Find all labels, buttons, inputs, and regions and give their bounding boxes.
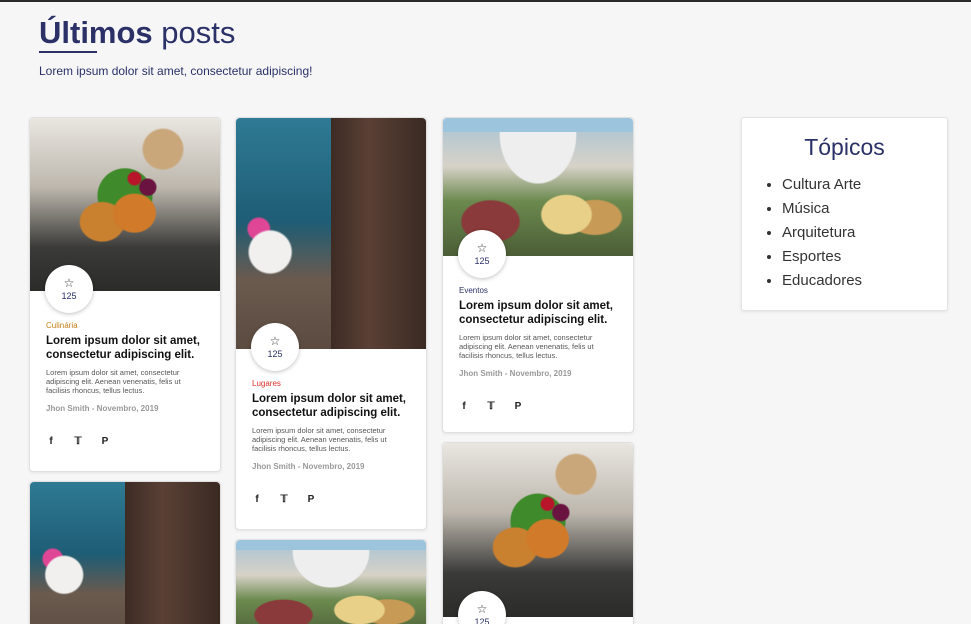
post-category[interactable]: Lugares: [252, 379, 410, 388]
post-card[interactable]: ☆ 125 Lugares Lorem ipsum dolor sit amet…: [235, 117, 427, 530]
like-count: 125: [61, 291, 77, 301]
post-image[interactable]: [30, 482, 220, 624]
topics-list: Cultura Arte Música Arquitetura Esportes…: [782, 173, 947, 293]
topic-item[interactable]: Educadores: [782, 269, 947, 293]
post-excerpt: Lorem ipsum dolor sit amet, consectetur …: [252, 426, 387, 453]
like-count: 125: [267, 349, 283, 359]
star-icon: ☆: [476, 602, 488, 616]
topic-item[interactable]: Cultura Arte: [782, 173, 947, 197]
like-count: 125: [474, 256, 490, 266]
pinterest-icon[interactable]: P: [100, 436, 110, 447]
star-icon: ☆: [63, 276, 75, 290]
post-card[interactable]: ☆ 125 Culinária Lorem ipsum dolor sit am…: [29, 117, 221, 472]
page-subtitle: Lorem ipsum dolor sit amet, consectetur …: [39, 64, 313, 78]
post-image[interactable]: [236, 118, 426, 349]
post-title[interactable]: Lorem ipsum dolor sit amet, consectetur …: [46, 334, 204, 362]
social-links: f 𝕋 P: [252, 494, 410, 505]
post-author: Jhon Smith - Novembro, 2019: [252, 462, 365, 471]
post-category[interactable]: Eventos: [459, 286, 617, 295]
pinterest-icon[interactable]: P: [513, 401, 523, 412]
post-card[interactable]: [235, 539, 427, 624]
social-links: f 𝕋 P: [459, 401, 617, 412]
post-author: Jhon Smith - Novembro, 2019: [459, 369, 572, 378]
post-image[interactable]: [443, 443, 633, 617]
post-excerpt: Lorem ipsum dolor sit amet, consectetur …: [46, 368, 181, 395]
header: Últimos posts Lorem ipsum dolor sit amet…: [39, 14, 312, 78]
facebook-icon[interactable]: f: [46, 436, 56, 447]
post-category[interactable]: Culinária: [46, 321, 204, 330]
facebook-icon[interactable]: f: [252, 494, 262, 505]
star-icon: ☆: [269, 334, 281, 348]
post-excerpt: Lorem ipsum dolor sit amet, consectetur …: [459, 333, 594, 360]
post-title[interactable]: Lorem ipsum dolor sit amet, consectetur …: [459, 299, 617, 327]
like-count: 125: [474, 617, 490, 624]
twitter-icon[interactable]: 𝕋: [486, 401, 496, 412]
topic-item[interactable]: Música: [782, 197, 947, 221]
like-badge[interactable]: ☆ 125: [251, 323, 299, 371]
post-card[interactable]: ☆ 125 Eventos Lorem ipsum dolor sit amet…: [442, 117, 634, 433]
twitter-icon[interactable]: 𝕋: [279, 494, 289, 505]
post-image[interactable]: [236, 540, 426, 624]
post-image[interactable]: [30, 118, 220, 291]
post-card[interactable]: ☆ 125: [442, 442, 634, 624]
star-icon: ☆: [476, 241, 488, 255]
topics-title: Tópicos: [804, 134, 885, 160]
twitter-icon[interactable]: 𝕋: [73, 436, 83, 447]
pinterest-icon[interactable]: P: [306, 494, 316, 505]
like-badge[interactable]: ☆ 125: [458, 230, 506, 278]
facebook-icon[interactable]: f: [459, 401, 469, 412]
post-card[interactable]: [29, 481, 221, 624]
page-title: Últimos posts: [39, 15, 236, 50]
like-badge[interactable]: ☆ 125: [45, 265, 93, 313]
topic-item[interactable]: Arquitetura: [782, 221, 947, 245]
topics-panel: Tópicos Cultura Arte Música Arquitetura …: [741, 117, 948, 311]
topic-item[interactable]: Esportes: [782, 245, 947, 269]
post-author: Jhon Smith - Novembro, 2019: [46, 404, 159, 413]
social-links: f 𝕋 P: [46, 436, 204, 447]
post-title[interactable]: Lorem ipsum dolor sit amet, consectetur …: [252, 392, 410, 420]
